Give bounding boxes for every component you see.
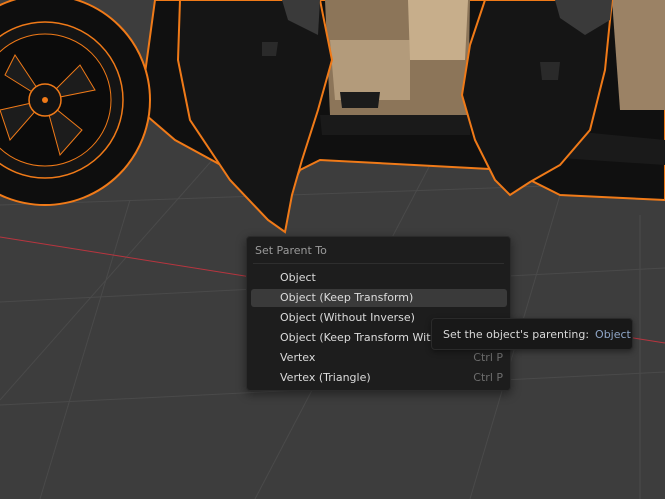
menu-item-object[interactable]: Object	[251, 269, 507, 287]
menu-item-label: Object	[280, 271, 316, 284]
tooltip-description: Set the object's parenting:	[443, 328, 590, 341]
tooltip: Set the object's parenting: Object	[431, 318, 633, 350]
menu-item-label: Object (Keep Transform)	[280, 291, 414, 304]
menu-item-vertex-triangle[interactable]: Vertex (Triangle) Ctrl P	[251, 369, 507, 387]
menu-item-label: Object (Keep Transform With	[280, 331, 438, 344]
menu-item-vertex[interactable]: Vertex Ctrl P	[251, 349, 507, 367]
menu-item-label: Vertex	[280, 351, 316, 364]
menu-separator	[253, 263, 504, 264]
set-parent-menu: Set Parent To Object Object (Keep Transf…	[246, 236, 511, 391]
tooltip-text: Set the object's parenting: Object	[443, 328, 631, 341]
tooltip-value: Object	[595, 328, 631, 341]
menu-item-object-keep-transform[interactable]: Object (Keep Transform)	[251, 289, 507, 307]
menu-item-label: Object (Without Inverse)	[280, 311, 415, 324]
menu-title: Set Parent To	[255, 244, 327, 257]
menu-item-shortcut: Ctrl P	[473, 371, 503, 384]
menu-item-shortcut: Ctrl P	[473, 351, 503, 364]
car-3d-model[interactable]	[0, 0, 665, 234]
menu-item-label: Vertex (Triangle)	[280, 371, 371, 384]
